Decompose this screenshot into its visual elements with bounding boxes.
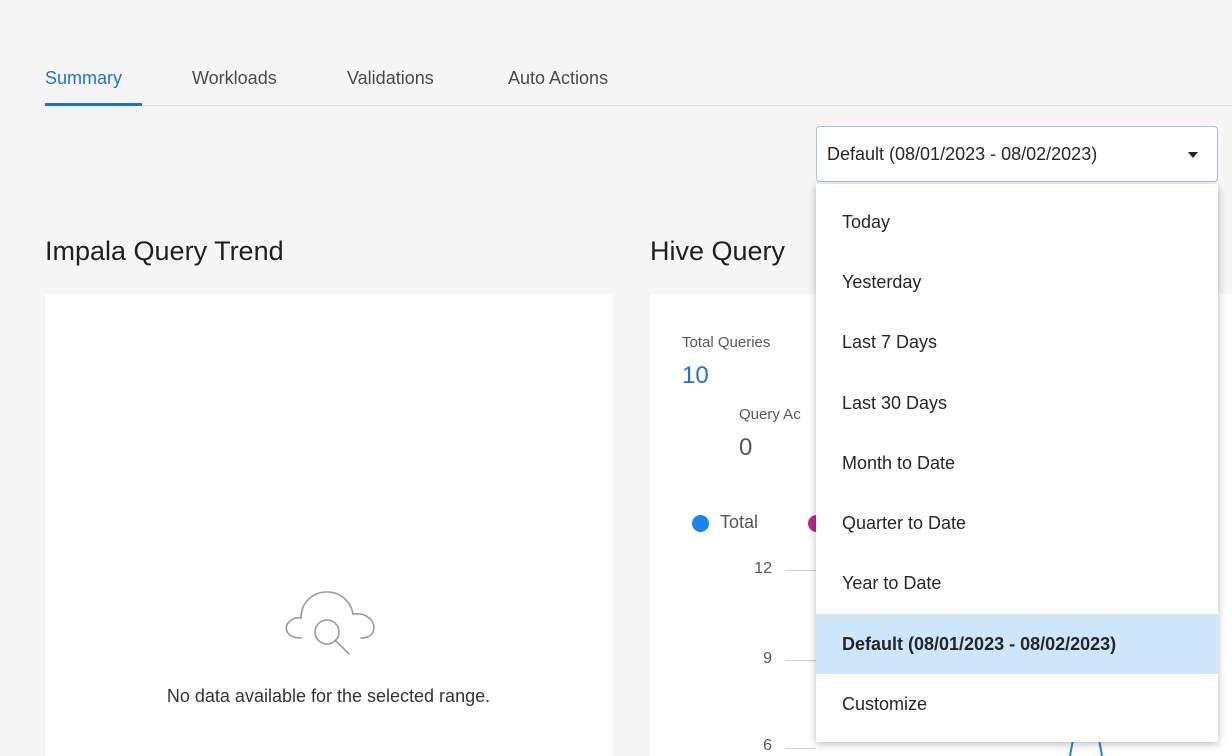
y-tick-label: 9: [763, 650, 772, 667]
total-queries-label: Total Queries: [682, 334, 771, 351]
total-queries-value: 10: [682, 362, 709, 389]
caret-down-icon: [1188, 152, 1198, 158]
empty-state-message: No data available for the selected range…: [166, 686, 491, 706]
query-actions-label: Query Ac: [739, 406, 801, 423]
y-gridline: [786, 570, 816, 571]
menu-item-default[interactable]: Default (08/01/2023 - 08/02/2023): [816, 614, 1218, 675]
date-range-menu: Today Yesterday Last 7 Days Last 30 Days…: [816, 184, 1218, 742]
y-gridline: [786, 748, 816, 749]
date-range-select[interactable]: Default (08/01/2023 - 08/02/2023): [816, 126, 1218, 182]
menu-item-last-7-days[interactable]: Last 7 Days: [816, 313, 1218, 373]
legend-total-label: Total: [720, 512, 759, 532]
tab-workloads[interactable]: Workloads: [192, 68, 277, 89]
cloud-search-icon: [285, 591, 375, 655]
query-actions-value: 0: [739, 434, 753, 461]
menu-item-year-to-date[interactable]: Year to Date: [816, 554, 1218, 614]
legend-total-dot: [692, 515, 709, 532]
menu-item-month-to-date[interactable]: Month to Date: [816, 433, 1218, 493]
menu-item-yesterday[interactable]: Yesterday: [816, 252, 1218, 312]
hive-section-title: Hive Query: [650, 236, 786, 266]
y-tick-label: 12: [754, 560, 772, 577]
active-tab-indicator: [45, 103, 142, 106]
menu-item-last-30-days[interactable]: Last 30 Days: [816, 373, 1218, 433]
date-range-selected-label: Default (08/01/2023 - 08/02/2023): [827, 143, 1098, 164]
tab-validations[interactable]: Validations: [347, 68, 434, 89]
tab-summary[interactable]: Summary: [45, 68, 122, 89]
menu-item-quarter-to-date[interactable]: Quarter to Date: [816, 493, 1218, 553]
menu-item-today[interactable]: Today: [816, 192, 1218, 252]
tab-auto-actions[interactable]: Auto Actions: [508, 68, 608, 89]
y-gridline: [786, 660, 816, 661]
impala-section-title: Impala Query Trend: [45, 236, 284, 266]
impala-chart-panel: No data available for the selected range…: [45, 294, 612, 756]
y-tick-label: 6: [763, 737, 772, 754]
menu-item-customize[interactable]: Customize: [816, 674, 1218, 734]
tab-bar: Summary Workloads Validations Auto Actio…: [45, 60, 1232, 106]
